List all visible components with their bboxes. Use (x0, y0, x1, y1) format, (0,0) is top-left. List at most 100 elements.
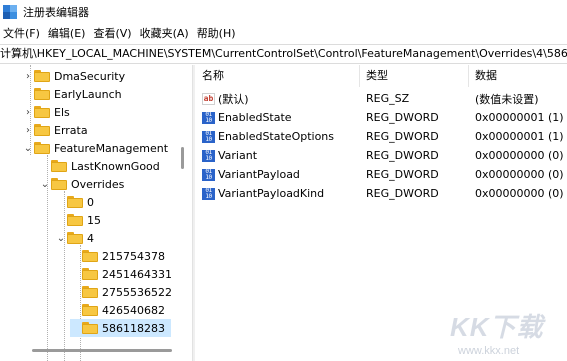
tree-item-label: Overrides (71, 177, 125, 191)
dword-value-icon: 01 10 (202, 149, 215, 162)
column-header-type[interactable]: 类型 (360, 65, 469, 87)
folder-icon (51, 160, 67, 172)
collapse-chevron-icon[interactable]: ⌄ (39, 175, 51, 193)
menu-edit[interactable]: 编辑(E) (45, 24, 91, 44)
expand-chevron-icon[interactable]: › (22, 67, 34, 85)
tree-item-earlylaunch[interactable]: EarlyLaunch (22, 85, 122, 103)
tree-item-errata[interactable]: › Errata (22, 121, 88, 139)
menu-bar: 文件(F) 编辑(E) 查看(V) 收藏夹(A) 帮助(H) (0, 24, 567, 44)
value-data: 0x00000000 (0) (475, 149, 564, 162)
values-list[interactable]: 名称 类型 数据 ab (默认) REG_SZ (数值未设置) 01 10 Ena… (196, 65, 567, 361)
key-tree[interactable]: › DmaSecurity EarlyLaunch › Els › Errata… (0, 65, 190, 361)
collapse-chevron-icon[interactable]: ⌄ (22, 139, 34, 157)
folder-icon (51, 178, 67, 190)
value-type: REG_DWORD (366, 187, 439, 200)
value-type: REG_DWORD (366, 130, 439, 143)
value-name-cell: 01 10 VariantPayloadKind (196, 187, 360, 200)
tree-item-dmasecurity[interactable]: › DmaSecurity (22, 67, 125, 85)
value-data: 0x00000001 (1) (475, 130, 564, 143)
tree-item-label: 426540682 (102, 303, 165, 317)
dword-value-icon: 01 10 (202, 168, 215, 181)
value-row-enabledstateoptions[interactable]: 01 10 EnabledStateOptions REG_DWORD 0x000… (196, 127, 567, 146)
folder-icon (67, 232, 83, 244)
value-row-enabledstate[interactable]: 01 10 EnabledState REG_DWORD 0x00000001 (… (196, 108, 567, 127)
dword-value-icon: 01 10 (202, 187, 215, 200)
folder-icon (34, 124, 50, 136)
menu-file[interactable]: 文件(F) (0, 24, 45, 44)
value-row-default[interactable]: ab (默认) REG_SZ (数值未设置) (196, 89, 567, 108)
tree-item-215754378[interactable]: 215754378 (70, 247, 165, 265)
tree-vertical-scrollbar[interactable] (178, 65, 188, 347)
tree-item-2755536522[interactable]: 2755536522 (70, 283, 172, 301)
tree-item-4[interactable]: ⌄ 4 (55, 229, 94, 247)
value-name: EnabledStateOptions (218, 130, 335, 143)
folder-icon (67, 196, 83, 208)
folder-icon (67, 214, 83, 226)
expand-chevron-icon (55, 193, 67, 211)
value-data: 0x00000001 (1) (475, 111, 564, 124)
dword-value-icon: 01 10 (202, 111, 215, 124)
tree-item-label: 215754378 (102, 249, 165, 263)
value-name: Variant (218, 149, 258, 162)
tree-item-15[interactable]: 15 (55, 211, 101, 229)
expand-chevron-icon[interactable]: › (22, 103, 34, 121)
tree-item-label: 586118283 (102, 321, 165, 335)
tree-horizontal-scrollbar[interactable] (0, 345, 190, 355)
menu-favorites[interactable]: 收藏夹(A) (137, 24, 194, 44)
value-name-cell: 01 10 VariantPayload (196, 168, 360, 181)
value-type: REG_DWORD (366, 111, 439, 124)
tree-item-0[interactable]: 0 (55, 193, 94, 211)
folder-icon (82, 304, 98, 316)
scrollbar-thumb[interactable] (181, 147, 184, 169)
tree-item-els[interactable]: › Els (22, 103, 70, 121)
tree-item-featuremanagement[interactable]: ⌄ FeatureManagement (22, 139, 168, 157)
tree-item-586118283-selected[interactable]: 586118283 (70, 319, 171, 337)
column-header-name[interactable]: 名称 (196, 65, 360, 87)
folder-icon (34, 88, 50, 100)
value-name-cell: 01 10 EnabledState (196, 111, 360, 124)
value-name: VariantPayload (218, 168, 300, 181)
tree-item-label: Errata (54, 123, 88, 137)
value-name: VariantPayloadKind (218, 187, 325, 200)
list-header: 名称 类型 数据 (196, 65, 567, 87)
folder-icon (82, 250, 98, 262)
address-path[interactable]: 计算机\HKEY_LOCAL_MACHINE\SYSTEM\CurrentCon… (0, 45, 567, 63)
value-row-variantpayloadkind[interactable]: 01 10 VariantPayloadKind REG_DWORD 0x0000… (196, 184, 567, 203)
dword-value-icon: 01 10 (202, 130, 215, 143)
pane-splitter[interactable] (192, 65, 195, 361)
address-bar[interactable]: 计算机\HKEY_LOCAL_MACHINE\SYSTEM\CurrentCon… (0, 44, 567, 64)
value-row-variantpayload[interactable]: 01 10 VariantPayload REG_DWORD 0x00000000… (196, 165, 567, 184)
tree-item-426540682[interactable]: 426540682 (70, 301, 165, 319)
column-header-data[interactable]: 数据 (469, 65, 567, 87)
folder-icon (82, 322, 98, 334)
expand-chevron-icon (70, 301, 82, 319)
folder-icon (34, 142, 50, 154)
value-name-cell: 01 10 Variant (196, 149, 360, 162)
tree-item-overrides[interactable]: ⌄ Overrides (39, 175, 125, 193)
value-row-variant[interactable]: 01 10 Variant REG_DWORD 0x00000000 (0) (196, 146, 567, 165)
value-type: REG_SZ (366, 92, 410, 105)
expand-chevron-icon (22, 85, 34, 103)
value-name: (默认) (218, 92, 249, 106)
tree-item-label: 2451464331 (102, 267, 172, 281)
tree-item-label: FeatureManagement (54, 141, 169, 155)
expand-chevron-icon (70, 247, 82, 265)
value-type: REG_DWORD (366, 168, 439, 181)
tree-item-2451464331[interactable]: 2451464331 (70, 265, 172, 283)
collapse-chevron-icon[interactable]: ⌄ (55, 229, 67, 247)
expand-chevron-icon (55, 211, 67, 229)
tree-item-lastknowngood[interactable]: LastKnownGood (39, 157, 160, 175)
menu-view[interactable]: 查看(V) (90, 24, 136, 44)
folder-icon (82, 268, 98, 280)
tree-item-label: EarlyLaunch (54, 87, 122, 101)
expand-chevron-icon (70, 283, 82, 301)
scrollbar-thumb[interactable] (32, 349, 172, 352)
tree-item-label: Els (54, 105, 70, 119)
value-data: (数值未设置) (475, 92, 539, 106)
expand-chevron-icon[interactable]: › (22, 121, 34, 139)
tree-item-label: 2755536522 (102, 285, 172, 299)
window-title: 注册表编辑器 (23, 6, 89, 19)
menu-help[interactable]: 帮助(H) (194, 24, 241, 44)
folder-icon (34, 70, 50, 82)
value-type: REG_DWORD (366, 149, 439, 162)
